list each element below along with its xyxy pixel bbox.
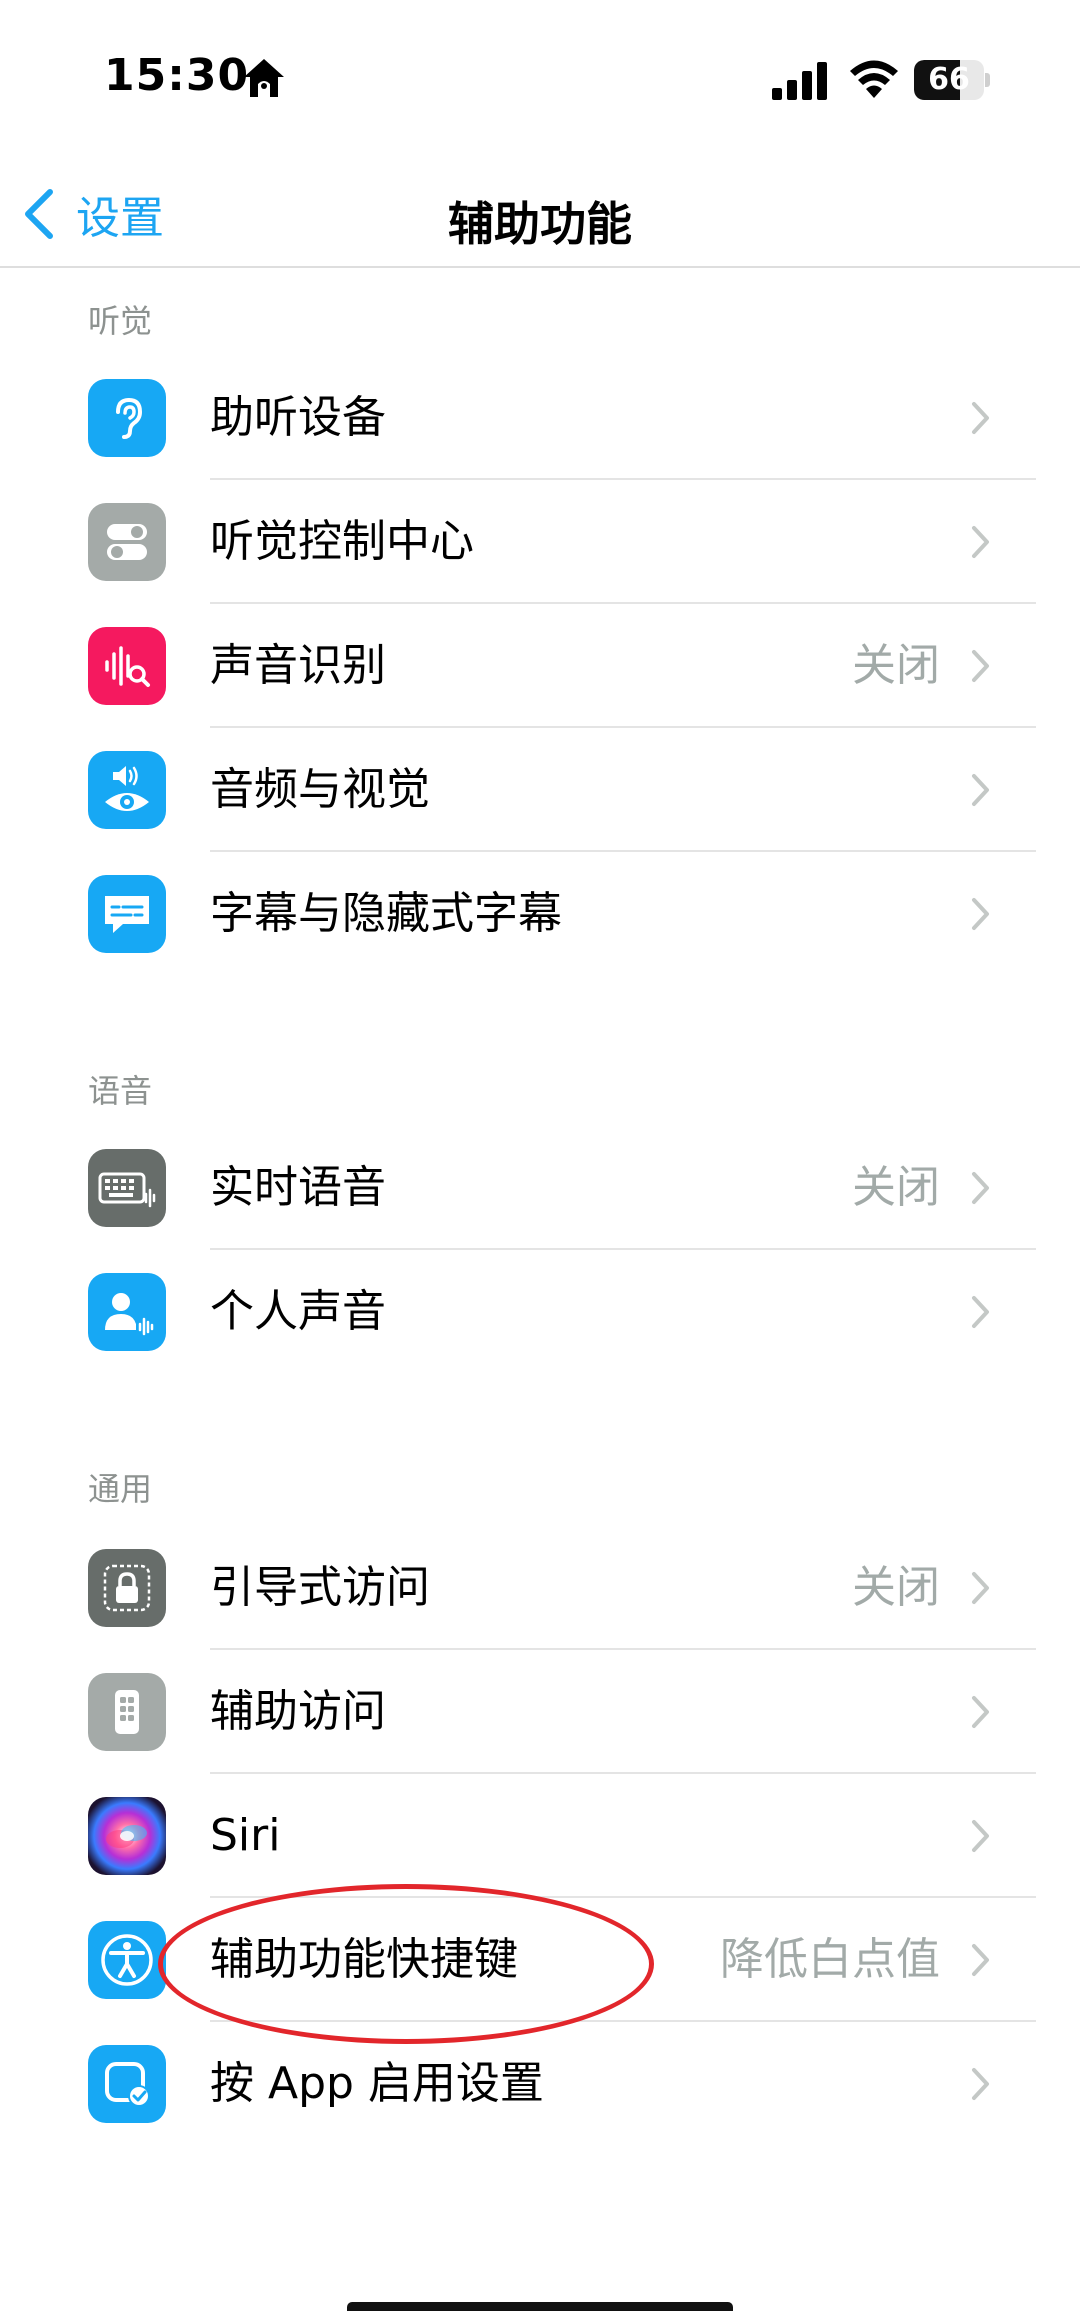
row-captions[interactable]: 字幕与隐藏式字幕 — [0, 852, 1080, 976]
row-label: 听觉控制中心 — [210, 516, 474, 567]
row-value: 关闭 — [852, 1562, 940, 1613]
battery-body: 66 — [914, 60, 984, 100]
row-hearing-control-center[interactable]: 听觉控制中心 — [0, 480, 1080, 604]
sound-recognition-icon — [88, 627, 166, 705]
chevron-right-icon — [972, 650, 989, 682]
speaker-eye-icon — [88, 751, 166, 829]
home-icon — [244, 59, 284, 97]
navigation-bar: 设置 辅助功能 — [0, 160, 1080, 268]
row-sound-recognition[interactable]: 声音识别 关闭 — [0, 604, 1080, 728]
chevron-right-icon — [972, 1696, 989, 1728]
row-value: 关闭 — [852, 640, 940, 691]
row-personal-voice[interactable]: 个人声音 — [0, 1250, 1080, 1374]
captions-icon — [88, 875, 166, 953]
row-value: 关闭 — [852, 1162, 940, 1213]
person-waveform-icon — [88, 1273, 166, 1351]
row-label: 辅助访问 — [210, 1686, 386, 1737]
chevron-right-icon — [972, 526, 989, 558]
row-label: 辅助功能快捷键 — [210, 1934, 518, 1985]
chevron-right-icon — [972, 1572, 989, 1604]
accessibility-settings-page: 15:30 66 设置 辅助功能 听觉 助听设备 听觉控制中心 声音识别 关闭 … — [0, 0, 1080, 2311]
ear-icon — [88, 379, 166, 457]
row-label: 音频与视觉 — [210, 764, 430, 815]
row-audio-visual[interactable]: 音频与视觉 — [0, 728, 1080, 852]
status-time: 15:30 — [104, 50, 250, 101]
row-per-app-settings[interactable]: 按 App 启用设置 — [0, 2022, 1080, 2146]
accessibility-icon — [88, 1921, 166, 1999]
siri-icon — [88, 1797, 166, 1875]
row-hearing-devices[interactable]: 助听设备 — [0, 356, 1080, 480]
row-label: 按 App 启用设置 — [210, 2058, 544, 2109]
row-live-speech[interactable]: 实时语音 关闭 — [0, 1126, 1080, 1250]
section-header-speech: 语音 — [88, 1072, 153, 1110]
row-label: 引导式访问 — [210, 1562, 430, 1613]
home-indicator[interactable] — [347, 2302, 733, 2311]
chevron-right-icon — [972, 1944, 989, 1976]
row-label: 助听设备 — [210, 392, 386, 443]
row-accessibility-shortcut[interactable]: 辅助功能快捷键 降低白点值 — [0, 1898, 1080, 2022]
battery-tip — [985, 73, 990, 87]
chevron-right-icon — [972, 1296, 989, 1328]
row-label: Siri — [210, 1810, 281, 1861]
row-value: 降低白点值 — [720, 1934, 940, 1985]
phone-grid-icon — [88, 1673, 166, 1751]
chevron-right-icon — [972, 898, 989, 930]
row-label: 实时语音 — [210, 1162, 386, 1213]
row-siri[interactable]: Siri — [0, 1774, 1080, 1898]
chevron-right-icon — [972, 1172, 989, 1204]
chevron-right-icon — [972, 774, 989, 806]
status-bar: 15:30 66 — [0, 0, 1080, 160]
cellular-signal-icon — [772, 62, 827, 100]
row-guided-access[interactable]: 引导式访问 关闭 — [0, 1526, 1080, 1650]
page-title: 辅助功能 — [448, 197, 632, 251]
row-label: 字幕与隐藏式字幕 — [210, 888, 562, 939]
section-header-hearing: 听觉 — [88, 302, 153, 340]
battery-percentage: 66 — [928, 62, 970, 97]
chevron-right-icon — [972, 402, 989, 434]
chevron-right-icon — [972, 2068, 989, 2100]
battery-indicator: 66 — [914, 60, 990, 100]
row-label: 个人声音 — [210, 1286, 386, 1337]
app-checkmark-icon — [88, 2045, 166, 2123]
wifi-icon — [850, 60, 898, 98]
section-header-general: 通用 — [88, 1470, 153, 1508]
chevron-right-icon — [972, 1820, 989, 1852]
keyboard-waveform-icon — [88, 1149, 166, 1227]
row-assistive-access[interactable]: 辅助访问 — [0, 1650, 1080, 1774]
row-label: 声音识别 — [210, 640, 386, 691]
toggles-icon — [88, 503, 166, 581]
lock-icon — [88, 1549, 166, 1627]
